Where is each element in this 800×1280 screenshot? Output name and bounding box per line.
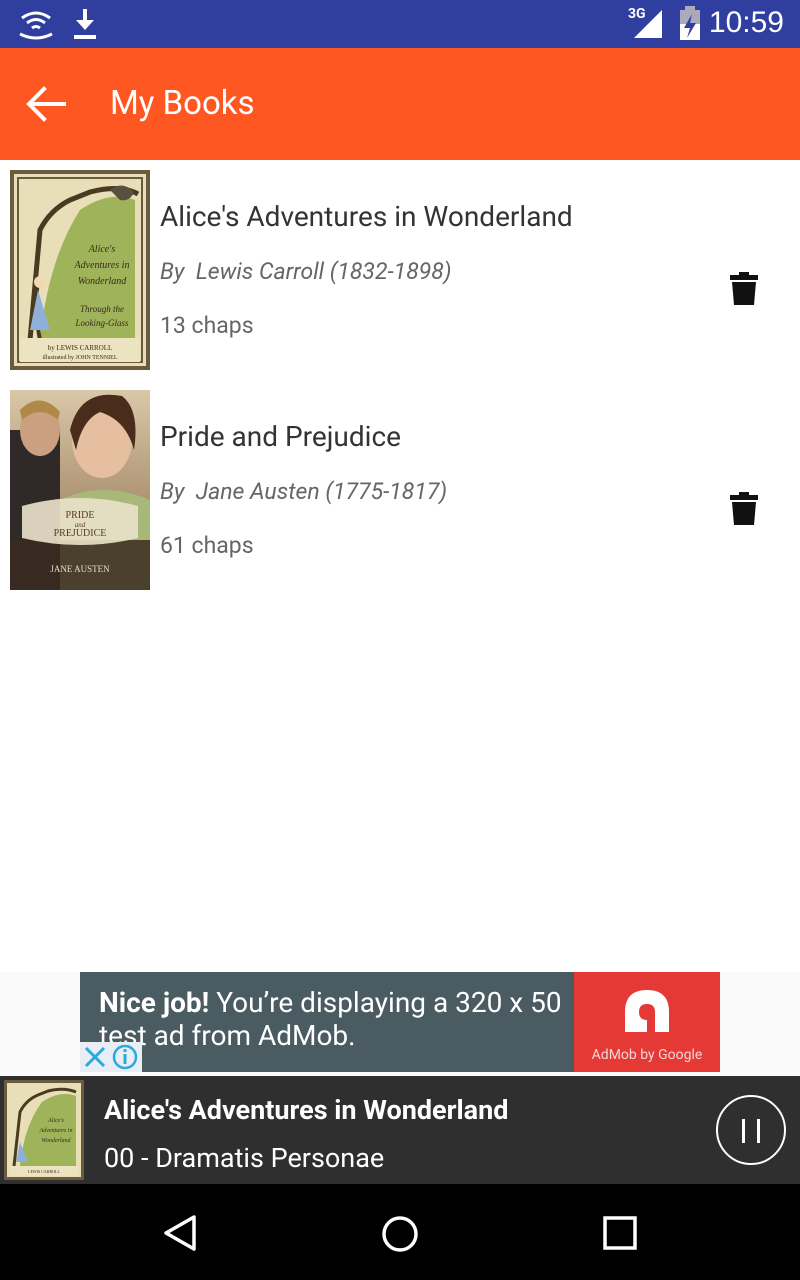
ad-headline: Nice job! (99, 986, 210, 1019)
admob-logo-icon (625, 990, 669, 1032)
now-playing-title: Alice's Adventures in Wonderland (104, 1094, 509, 1126)
app-bar: My Books (0, 48, 800, 160)
svg-text:illustrated by JOHN TENNIEL: illustrated by JOHN TENNIEL (42, 355, 117, 361)
pause-icon-bar (757, 1119, 760, 1143)
svg-text:Alice's: Alice's (47, 1118, 65, 1124)
ad-banner[interactable]: Nice job! You’re displaying a 320 x 50 t… (80, 972, 720, 1072)
arrow-left-icon[interactable] (24, 84, 68, 124)
status-bar: 3G 10:59 (0, 0, 800, 48)
svg-text:by LEWIS CARROLL: by LEWIS CARROLL (48, 344, 113, 352)
book-title: Pride and Prejudice (160, 420, 401, 453)
book-chapter-count: 13 chaps (160, 312, 254, 339)
svg-text:Through the: Through the (80, 304, 124, 314)
info-icon[interactable] (112, 1044, 138, 1070)
ad-controls (80, 1042, 142, 1072)
ad-brand: AdMob by Google (591, 1047, 703, 1063)
svg-text:PREJUDICE: PREJUDICE (54, 528, 107, 539)
delete-icon[interactable] (730, 272, 758, 306)
wifi-hotspot-icon (19, 11, 53, 40)
pause-icon-bar (742, 1119, 745, 1143)
svg-text:Alice's: Alice's (88, 244, 116, 255)
recents-square-icon[interactable] (602, 1215, 638, 1251)
back-triangle-icon[interactable] (162, 1214, 198, 1252)
ad-text: Nice job! You’re displaying a 320 x 50 t… (99, 986, 579, 1052)
now-playing-track: 00 - Dramatis Personae (104, 1142, 385, 1174)
book-list-item[interactable]: PRIDE and PREJUDICE JANE AUSTEN Pride an… (0, 390, 800, 590)
delete-icon[interactable] (730, 492, 758, 526)
book-author: By Jane Austen (1775-1817) (160, 478, 448, 505)
svg-text:Wonderland: Wonderland (78, 276, 128, 287)
svg-text:Adventures in: Adventures in (39, 1128, 73, 1134)
admob-logo: AdMob by Google (574, 972, 720, 1072)
battery-charging-icon (680, 6, 700, 40)
svg-text:Wonderland: Wonderland (41, 1138, 71, 1144)
mini-player[interactable]: Alice's Adventures in Wonderland LEWIS C… (0, 1076, 800, 1184)
signal-3g-icon (634, 10, 662, 38)
pause-button[interactable] (716, 1095, 786, 1165)
book-title: Alice's Adventures in Wonderland (160, 200, 573, 233)
book-cover-image: PRIDE and PREJUDICE JANE AUSTEN (10, 390, 150, 590)
status-time: 10:59 (708, 6, 784, 39)
svg-text:Looking-Glass: Looking-Glass (74, 318, 129, 328)
page-title: My Books (110, 84, 255, 123)
svg-text:LEWIS CARROLL: LEWIS CARROLL (28, 1169, 60, 1174)
now-playing-cover: Alice's Adventures in Wonderland LEWIS C… (4, 1080, 84, 1180)
home-circle-icon[interactable] (380, 1214, 420, 1254)
book-author: By Lewis Carroll (1832-1898) (160, 258, 452, 285)
system-nav-bar (0, 1184, 800, 1280)
book-cover-image: Alice's Adventures in Wonderland Through… (10, 170, 150, 370)
svg-text:PRIDE: PRIDE (66, 510, 95, 521)
svg-text:JANE AUSTEN: JANE AUSTEN (50, 564, 110, 574)
svg-text:Adventures in: Adventures in (74, 260, 130, 271)
book-chapter-count: 61 chaps (160, 532, 254, 559)
close-icon[interactable] (82, 1044, 108, 1070)
download-icon (74, 9, 96, 39)
book-list-item[interactable]: Alice's Adventures in Wonderland Through… (0, 170, 800, 370)
